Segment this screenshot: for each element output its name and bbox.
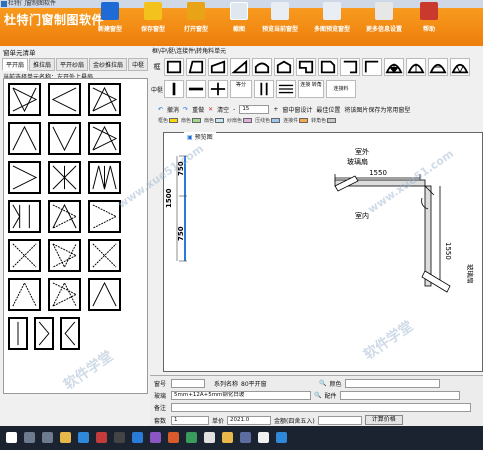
multi-preview-icon <box>323 2 341 20</box>
search-icon[interactable]: 🔍 <box>319 380 326 387</box>
multi-preview-button[interactable]: 多图预览窗型 <box>314 2 350 38</box>
unit-template[interactable] <box>48 200 81 233</box>
right-dimension: 1550 <box>444 242 452 260</box>
top-dimension: 1550 <box>369 169 387 177</box>
window-code-label: 窗号 <box>154 381 167 388</box>
app-icon[interactable] <box>222 432 233 443</box>
unit-template[interactable] <box>48 278 81 311</box>
unit-price-input[interactable]: 2021.0 <box>227 415 272 425</box>
browser-icon[interactable] <box>78 432 89 443</box>
app-icon[interactable] <box>96 432 107 443</box>
new-window-type-button[interactable]: 新建窗型 <box>98 2 122 38</box>
settings-edit-icon <box>375 2 393 20</box>
tab-casement-screen[interactable]: 平开纱扇 <box>56 58 89 71</box>
unit-template[interactable] <box>88 239 121 272</box>
save-window-type-button[interactable]: 保存窗型 <box>141 2 165 38</box>
unit-template[interactable] <box>88 122 121 155</box>
outdoor-label: 室外 <box>355 147 369 156</box>
file-explorer-icon[interactable] <box>60 432 71 443</box>
screenshot-icon <box>230 2 248 20</box>
search-icon[interactable] <box>24 432 35 443</box>
new-doc-icon <box>101 2 119 20</box>
right-wall-frame <box>424 185 432 287</box>
accessory-label: 配件 <box>324 393 337 400</box>
glass-input[interactable]: 5mm+12A+5mm钢化白玻 <box>171 391 311 400</box>
help-button[interactable]: 帮助 <box>420 2 438 38</box>
unit-template[interactable] <box>8 317 28 350</box>
series-value: 80平开窗 <box>241 381 267 388</box>
unit-price-label: 单价 <box>212 417 225 425</box>
open-window-type-button[interactable]: 打开窗型 <box>184 2 208 38</box>
start-icon[interactable] <box>6 432 17 443</box>
app-icon[interactable] <box>168 432 179 443</box>
tab-casement-sash[interactable]: 平开扇 <box>2 58 29 71</box>
unit-template[interactable] <box>34 317 54 350</box>
unit-template[interactable] <box>88 200 121 233</box>
amount-label: 金额(四舍五入) <box>274 417 315 425</box>
tab-mullion[interactable]: 中梃 <box>128 58 149 71</box>
more-settings-button[interactable]: 更多信息设置 <box>366 2 402 38</box>
glass-label: 玻璃 <box>154 393 167 400</box>
unit-tabs: 平开扇 推拉扇 平开纱扇 金纱推拉扇 中梃 <box>0 58 150 71</box>
search-icon[interactable]: 🔍 <box>314 392 321 399</box>
app-icon[interactable] <box>204 432 215 443</box>
dimension-label: 750 <box>177 226 185 241</box>
window-title: 杜特门窗制图软件 <box>8 0 57 7</box>
glass-sash-label: 玻璃扇 <box>347 157 368 166</box>
calculate-price-button[interactable]: 计算价格 <box>364 415 403 425</box>
unit-template[interactable] <box>48 161 81 194</box>
note-input[interactable] <box>171 403 471 412</box>
unit-template[interactable] <box>8 122 41 155</box>
unit-template[interactable] <box>88 83 121 116</box>
tab-sliding-sash[interactable]: 推拉扇 <box>29 58 56 71</box>
app-icon <box>1 1 7 7</box>
quantity-input[interactable]: 1 <box>171 415 209 425</box>
order-form: 窗号 系列名称 80平开窗 🔍 颜色 玻璃 5mm+12A+5mm钢化白玻 🔍 … <box>150 375 483 426</box>
unit-template[interactable] <box>48 239 81 272</box>
window-code-input[interactable] <box>171 379 205 388</box>
unit-template[interactable] <box>8 83 41 116</box>
save-folder-icon <box>144 2 162 20</box>
indoor-label: 室内 <box>355 211 369 220</box>
accessory-input[interactable] <box>339 391 460 400</box>
task-view-icon[interactable] <box>42 432 53 443</box>
app-icon[interactable] <box>114 432 125 443</box>
unit-template[interactable] <box>88 278 121 311</box>
unit-template-grid <box>3 78 148 394</box>
app-icon[interactable] <box>240 432 251 443</box>
color-input[interactable] <box>344 379 440 388</box>
app-icon[interactable] <box>186 432 197 443</box>
app-title: 杜特门窗制图软件 <box>4 13 105 27</box>
unit-list-title: 窗单元清单 <box>3 49 36 57</box>
open-folder-icon <box>187 2 205 20</box>
dimension-label: 1500 <box>165 188 173 208</box>
series-label: 系列名称 <box>214 381 239 388</box>
help-books-icon <box>420 2 438 20</box>
windows-taskbar <box>0 426 483 450</box>
unit-template[interactable] <box>8 239 41 272</box>
unit-template[interactable] <box>8 200 41 233</box>
design-area: 框\中\梃\连接件\转角料单元 框 中梃 等分 连接 转角 连接料 ↶ 撤消 ↷… <box>150 46 483 426</box>
unit-template[interactable] <box>48 83 81 116</box>
app-icon[interactable] <box>258 432 269 443</box>
app-icon[interactable] <box>132 432 143 443</box>
unit-template[interactable] <box>88 161 121 194</box>
app-icon[interactable] <box>276 432 287 443</box>
unit-template[interactable] <box>8 161 41 194</box>
quantity-label: 套数 <box>154 417 167 425</box>
preview-icon <box>271 2 289 20</box>
preview-current-button[interactable]: 预览当前窗型 <box>262 2 298 38</box>
note-label: 备注 <box>154 405 167 412</box>
app-icon[interactable] <box>150 432 161 443</box>
drawing-svg: 750 1500 750 1550 1550 室外 玻璃扇 室内 玻璃扇 <box>165 147 475 293</box>
unit-template[interactable] <box>48 122 81 155</box>
screenshot-button[interactable]: 截图 <box>230 2 248 38</box>
tab-sliding-screen[interactable]: 金纱推拉扇 <box>89 58 128 71</box>
unit-template[interactable] <box>8 278 41 311</box>
amount-input[interactable] <box>317 415 362 425</box>
glass-sash-right-label: 玻璃扇 <box>466 264 475 284</box>
color-label: 颜色 <box>329 381 342 388</box>
unit-template[interactable] <box>60 317 80 350</box>
